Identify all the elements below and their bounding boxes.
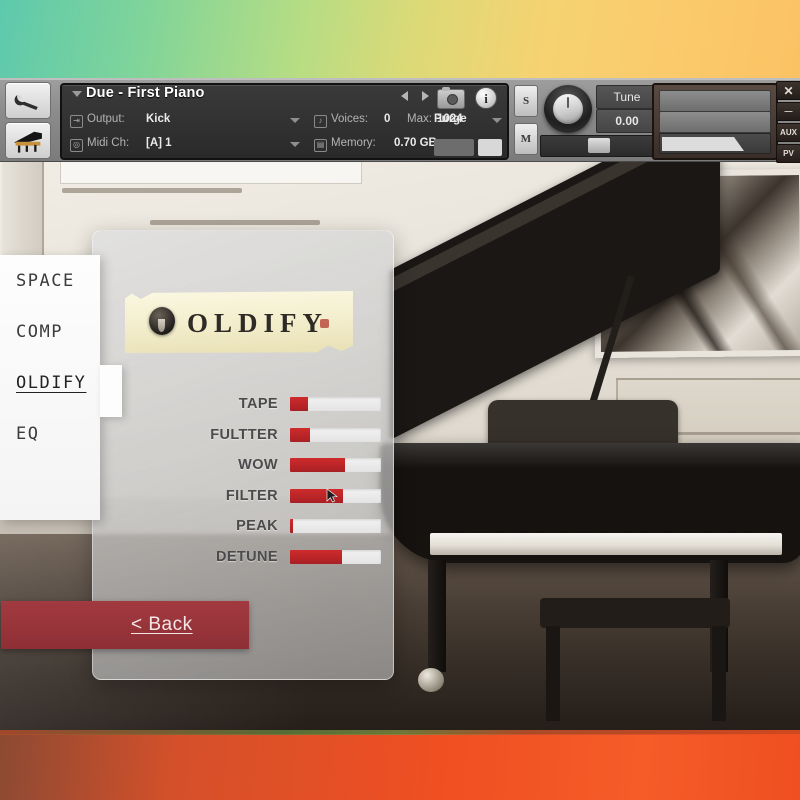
level-meters: [652, 83, 778, 160]
menu-item-eq[interactable]: EQ: [0, 408, 100, 459]
menu-item-space[interactable]: SPACE: [0, 255, 100, 306]
screenshot-root: Due - First Piano i ⇥ Output: Kick ♪ Voice…: [0, 0, 800, 800]
top-color-band: [0, 0, 800, 78]
menu-active-tab: [100, 365, 122, 417]
kontakt-instrument-panel: Due - First Piano i ⇥ Output: Kick ♪ Voice…: [60, 83, 509, 160]
tune-label: Tune: [596, 85, 658, 109]
preset-nav: [401, 91, 429, 101]
memory-value: 0.70 GB: [394, 137, 437, 149]
instrument-title-row: Due - First Piano i: [62, 85, 507, 109]
output-icon: ⇥: [70, 115, 83, 128]
red-mark-icon: [320, 319, 329, 328]
output-dropdown-icon[interactable]: [290, 118, 300, 123]
aux-button[interactable]: AUX: [776, 123, 800, 142]
menu-item-comp[interactable]: COMP: [0, 306, 100, 357]
slider-row-detune: DETUNE: [93, 542, 393, 573]
wrench-icon: [14, 94, 38, 110]
wall-shelf: [62, 188, 242, 193]
meter-right: [659, 111, 771, 133]
window-buttons: ✕ — AUX PV: [776, 81, 800, 165]
chevron-down-icon[interactable]: [72, 91, 82, 97]
pan-slider[interactable]: [540, 135, 658, 157]
max-label: Max:: [407, 113, 432, 125]
snapshot-camera-icon[interactable]: [437, 87, 465, 109]
wall-shelf: [150, 220, 320, 225]
slider-label-filter: FILTER: [225, 487, 278, 504]
memory-bar-a: [434, 139, 474, 156]
midi-ch-label: ◎ Midi Ch:: [70, 137, 129, 152]
slider-track-tape[interactable]: [290, 397, 381, 412]
next-preset-icon[interactable]: [422, 91, 429, 101]
purge-button[interactable]: Purge: [434, 113, 467, 125]
slider-track-detune[interactable]: [290, 549, 381, 564]
kontakt-header-bar: Due - First Piano i ⇥ Output: Kick ♪ Voice…: [0, 78, 800, 165]
midi-ch-value[interactable]: [A] 1: [146, 137, 172, 149]
slider-row-filter: FILTER: [93, 481, 393, 512]
memory-label: ▤ Memory:: [314, 137, 376, 152]
oldify-logo-banner: OLDIFY: [125, 291, 353, 353]
back-button[interactable]: < Back: [1, 601, 249, 649]
slider-row-fultter: FULTTER: [93, 420, 393, 451]
slider-label-wow: WOW: [238, 457, 278, 474]
previous-preset-icon[interactable]: [401, 91, 408, 101]
output-label: ⇥ Output:: [70, 113, 125, 128]
info-button[interactable]: i: [475, 87, 497, 109]
slider-fill-peak: [290, 519, 293, 534]
purge-dropdown-icon[interactable]: [492, 118, 502, 123]
slider-row-peak: PEAK: [93, 511, 393, 542]
piano-icon: [14, 131, 42, 153]
bottom-color-band: [0, 730, 800, 800]
mouse-cursor-icon: [326, 488, 338, 503]
instrument-title: Due - First Piano: [86, 85, 205, 101]
memory-bar-b: [478, 139, 502, 156]
slider-list: TAPE FULTTER WOW FILTER PEAK DETUNE: [93, 389, 393, 572]
slider-label-fultter: FULTTER: [210, 426, 278, 443]
slider-label-detune: DETUNE: [215, 548, 278, 565]
voices-label: ♪ Voices:: [314, 113, 368, 128]
menu-item-oldify[interactable]: OLDIFY: [0, 357, 100, 408]
tune-knob[interactable]: [544, 85, 592, 133]
mute-button[interactable]: M: [514, 123, 538, 155]
output-value[interactable]: Kick: [146, 113, 170, 125]
midi-dropdown-icon[interactable]: [290, 142, 300, 147]
back-button-label: < Back: [131, 614, 193, 635]
slider-fill-fultter: [290, 427, 311, 442]
seal-icon: [149, 307, 175, 335]
channel-strip: S M Tune 0.00: [512, 83, 658, 157]
slider-label-tape: TAPE: [238, 396, 278, 413]
plugin-section-menu: SPACE COMP OLDIFY EQ: [0, 255, 122, 520]
oldify-panel: OLDIFY TAPE FULTTER WOW FILTER PEAK DETU…: [1, 230, 394, 680]
voices-icon: ♪: [314, 115, 327, 128]
tune-value[interactable]: 0.00: [596, 109, 658, 133]
slider-label-peak: PEAK: [236, 518, 278, 535]
oldify-logo-text: OLDIFY: [187, 308, 329, 338]
grand-piano: [380, 101, 800, 728]
minimize-button[interactable]: —: [776, 102, 800, 121]
slider-fill-detune: [290, 549, 342, 564]
meter-left: [659, 90, 771, 112]
slider-row-tape: TAPE: [93, 389, 393, 420]
slider-fill-tape: [290, 397, 309, 412]
slider-track-peak[interactable]: [290, 519, 381, 534]
close-button[interactable]: ✕: [776, 81, 800, 100]
midi-icon: ◎: [70, 139, 83, 152]
slider-track-fultter[interactable]: [290, 427, 381, 442]
slider-fill-wow: [290, 458, 345, 473]
slider-row-wow: WOW: [93, 450, 393, 481]
pv-button[interactable]: PV: [776, 144, 800, 163]
volume-slider[interactable]: [659, 133, 771, 154]
slider-track-wow[interactable]: [290, 458, 381, 473]
kontakt-tool-column: [5, 82, 51, 162]
voices-value: 0: [384, 113, 391, 125]
solo-button[interactable]: S: [514, 85, 538, 117]
memory-icon: ▤: [314, 139, 327, 152]
wrench-button[interactable]: [5, 82, 51, 119]
instrument-icon-button[interactable]: [5, 122, 51, 159]
